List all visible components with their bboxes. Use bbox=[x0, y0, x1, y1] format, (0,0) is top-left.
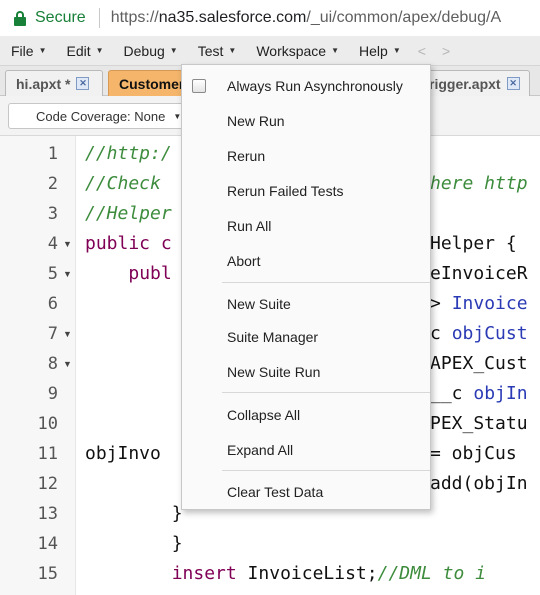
fold-arrow-icon[interactable]: ▼ bbox=[63, 349, 72, 379]
close-icon[interactable]: ✕ bbox=[76, 77, 90, 90]
line-number-gutter: 1 2 3 4 ▼ 5 ▼ 6 7 ▼ 8 ▼ 9 10 11 12 13 14 15 bbox=[0, 136, 76, 595]
menu-debug[interactable]: Debug ▼ bbox=[113, 36, 187, 66]
code-line-fragment: > Invoice bbox=[430, 293, 528, 314]
tab-hi-apxt[interactable]: hi.apxt * ✕ bbox=[5, 70, 103, 96]
menu-item-always-run-async[interactable]: Always Run Asynchronously bbox=[182, 70, 430, 102]
menu-test[interactable]: Test ▼ bbox=[187, 36, 246, 66]
code-line: objInvo bbox=[85, 443, 161, 464]
secure-label: Secure bbox=[35, 9, 86, 26]
line-number: 6 bbox=[47, 294, 58, 314]
menu-file[interactable]: File ▼ bbox=[0, 36, 55, 66]
checkbox-icon[interactable] bbox=[192, 79, 206, 93]
menu-workspace[interactable]: Workspace ▼ bbox=[245, 36, 348, 66]
menu-divider bbox=[222, 470, 430, 471]
menu-item-collapse-all[interactable]: Collapse All bbox=[182, 399, 430, 431]
line-number: 1 bbox=[47, 144, 58, 164]
code-line-fragment: eInvoiceR bbox=[430, 263, 528, 284]
chevron-down-icon: ▼ bbox=[95, 46, 104, 55]
menu-divider bbox=[222, 282, 430, 283]
address-bar[interactable]: Secure https://na35.salesforce.com/_ui/c… bbox=[0, 0, 540, 36]
line-number: 11 bbox=[37, 444, 58, 464]
nav-back-button[interactable]: < bbox=[410, 43, 434, 59]
line-number: 14 bbox=[37, 534, 58, 554]
code-line: publ bbox=[128, 263, 172, 284]
code-line-fragment: APEX_Cust bbox=[430, 353, 528, 374]
menu-item-suite-manager[interactable]: Suite Manager bbox=[182, 321, 430, 353]
menu-item-rerun[interactable]: Rerun bbox=[182, 140, 430, 172]
line-number: 2 bbox=[47, 174, 58, 194]
menu-item-new-suite[interactable]: New Suite bbox=[182, 288, 430, 320]
menu-item-new-suite-run[interactable]: New Suite Run bbox=[182, 356, 430, 388]
menu-item-expand-all[interactable]: Expand All bbox=[182, 434, 430, 466]
menu-item-new-run[interactable]: New Run bbox=[182, 105, 430, 137]
line-number: 12 bbox=[37, 474, 58, 494]
line-number: 9 bbox=[47, 384, 58, 404]
line-number: 5 bbox=[47, 264, 58, 284]
chevron-down-icon: ▼ bbox=[38, 46, 47, 55]
code-line-fragment: add(objIn bbox=[430, 473, 528, 494]
code-line: //Check bbox=[85, 173, 161, 194]
url-text[interactable]: https://na35.salesforce.com/_ui/common/a… bbox=[111, 9, 501, 27]
code-line-fragment: = objCus bbox=[430, 443, 517, 464]
menu-item-clear-test-data[interactable]: Clear Test Data bbox=[182, 476, 430, 508]
line-number: 7 bbox=[47, 324, 58, 344]
code-line: insert InvoiceList;//DML to i bbox=[85, 563, 486, 584]
code-line-fragment: PEX_Statu bbox=[430, 413, 528, 434]
fold-arrow-icon[interactable]: ▼ bbox=[63, 229, 72, 259]
code-line: //http:/ bbox=[85, 143, 172, 164]
fold-arrow-icon[interactable]: ▼ bbox=[63, 259, 72, 289]
line-number: 4 bbox=[47, 234, 58, 254]
code-line: //Helper bbox=[85, 203, 172, 224]
menu-item-abort[interactable]: Abort bbox=[182, 245, 430, 277]
fold-arrow-icon[interactable]: ▼ bbox=[63, 319, 72, 349]
code-line-fragment: c objCust bbox=[430, 323, 528, 344]
lock-icon bbox=[14, 10, 26, 26]
code-line: public c bbox=[85, 233, 172, 254]
code-coverage-select[interactable]: Code Coverage: None ▼ bbox=[8, 103, 188, 129]
close-icon[interactable]: ✕ bbox=[506, 77, 520, 90]
chevron-down-icon: ▼ bbox=[228, 46, 237, 55]
chevron-down-icon: ▼ bbox=[331, 46, 340, 55]
menu-bar: File ▼ Edit ▼ Debug ▼ Test ▼ Workspace ▼ Help… bbox=[0, 36, 540, 66]
menu-help[interactable]: Help ▼ bbox=[348, 36, 410, 66]
line-number: 3 bbox=[47, 204, 58, 224]
code-line-fragment: __c objIn bbox=[430, 383, 528, 404]
menu-edit[interactable]: Edit ▼ bbox=[55, 36, 112, 66]
nav-forward-button[interactable]: > bbox=[434, 43, 458, 59]
line-number: 15 bbox=[37, 564, 58, 584]
tab-customer[interactable]: Customer bbox=[108, 70, 188, 96]
chevron-down-icon: ▼ bbox=[169, 46, 178, 55]
line-number: 10 bbox=[37, 414, 58, 434]
test-menu-dropdown: Always Run Asynchronously New Run Rerun … bbox=[181, 64, 431, 510]
code-line: } bbox=[85, 533, 183, 554]
chevron-down-icon: ▼ bbox=[392, 46, 401, 55]
code-line-fragment: here http bbox=[430, 173, 528, 194]
menu-divider bbox=[222, 392, 430, 393]
address-separator bbox=[98, 8, 100, 28]
menu-item-run-all[interactable]: Run All bbox=[182, 210, 430, 242]
code-line: } bbox=[85, 503, 183, 524]
line-number: 8 bbox=[47, 354, 58, 374]
menu-item-rerun-failed-tests[interactable]: Rerun Failed Tests bbox=[182, 175, 430, 207]
code-line-fragment: Helper { bbox=[430, 233, 517, 254]
line-number: 13 bbox=[37, 504, 58, 524]
